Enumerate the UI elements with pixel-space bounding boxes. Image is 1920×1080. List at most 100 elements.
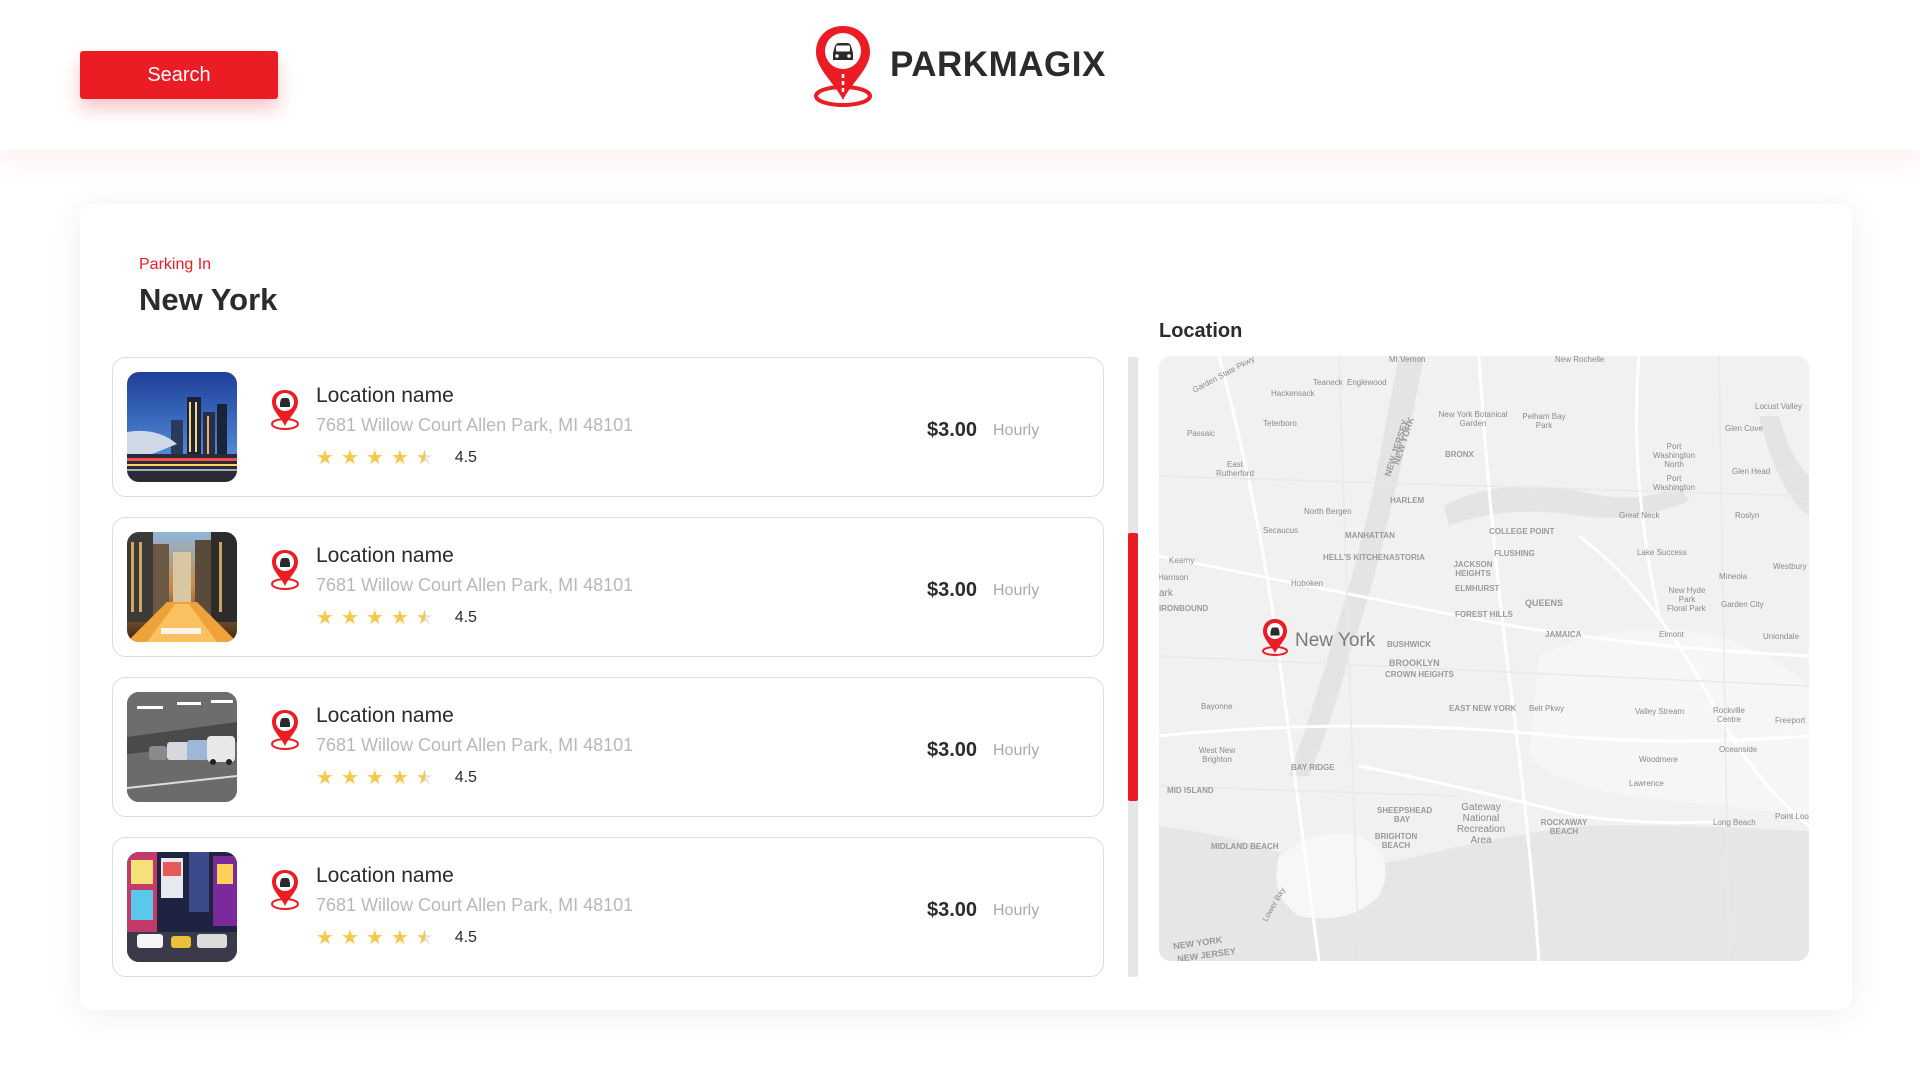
parking-in-label: Parking In: [139, 256, 212, 273]
half-star-icon: ★: [415, 447, 434, 469]
parking-list[interactable]: Location name 7681 Willow Court Allen Pa…: [112, 357, 1104, 997]
rating-value: 4.5: [454, 769, 477, 786]
star-icon: ★: [340, 927, 359, 949]
star-icon: ★: [340, 447, 359, 469]
city-title: New York: [139, 282, 278, 317]
map-label: Point Lookout: [1775, 812, 1809, 821]
location-name[interactable]: Location name: [316, 384, 454, 408]
map-label: Hoboken: [1291, 579, 1324, 588]
rating-stars: ★ ★ ★ ★ ★ 4.5: [316, 768, 477, 788]
star-icon: ★: [390, 927, 409, 949]
parking-garage-image: [127, 692, 237, 802]
map-label: Port Washington North: [1653, 442, 1695, 469]
list-scrollbar[interactable]: [1128, 357, 1138, 977]
map-label: Bayonne: [1201, 702, 1233, 711]
location-address: 7681 Willow Court Allen Park, MI 48101: [316, 415, 634, 435]
rating-value: 4.5: [454, 449, 477, 466]
rating-stars: ★ ★ ★ ★ ★ 4.5: [316, 448, 477, 468]
star-icon: ★: [365, 767, 384, 789]
location-pin-icon: [271, 710, 299, 750]
star-icon: ★: [365, 927, 384, 949]
parking-card[interactable]: Location name 7681 Willow Court Allen Pa…: [112, 677, 1104, 817]
map-marker-icon[interactable]: [1261, 618, 1289, 656]
scrollbar-thumb[interactable]: [1128, 533, 1138, 801]
map-label: IRONBOUND: [1159, 604, 1209, 613]
price-unit: Hourly: [993, 742, 1040, 759]
map-label: FOREST HILLS: [1455, 610, 1513, 619]
map-label: Passaic: [1187, 429, 1216, 438]
map-label: Secaucus: [1263, 526, 1299, 535]
map-label: MANHATTAN: [1345, 531, 1395, 540]
map-label: East Rutherford: [1216, 460, 1254, 478]
parking-card[interactable]: Location name 7681 Willow Court Allen Pa…: [112, 837, 1104, 977]
map-label: Mineola: [1719, 572, 1748, 581]
star-icon: ★: [316, 767, 334, 789]
map-label: Pelham Bay Park: [1522, 412, 1566, 430]
map-label: ASTORIA: [1389, 553, 1425, 562]
map-label: Teaneck: [1313, 378, 1343, 387]
map-label: Port Washington: [1653, 474, 1695, 492]
map-label: North Bergen: [1304, 507, 1352, 516]
results-panel: Parking In New York Location name 7681 W…: [80, 204, 1852, 1010]
map-label: Oceanside: [1719, 745, 1758, 754]
map-label: Westbury: [1773, 562, 1807, 571]
price: $3.00: [927, 579, 978, 601]
city-night-skyline-image: [127, 372, 237, 482]
map-label: Garden City: [1721, 600, 1764, 609]
parking-card[interactable]: Location name 7681 Willow Court Allen Pa…: [112, 517, 1104, 657]
search-button[interactable]: Search: [80, 51, 278, 99]
location-address: 7681 Willow Court Allen Park, MI 48101: [316, 895, 634, 915]
map-label: Valley Stream: [1635, 707, 1685, 716]
location-photo[interactable]: [127, 852, 237, 962]
map-label: JAMAICA: [1545, 630, 1582, 639]
app-header: Search PARKMAGIX: [0, 0, 1920, 150]
brand-logo[interactable]: PARKMAGIX: [812, 22, 1106, 108]
map-label: Hackensack: [1271, 389, 1315, 398]
map-label: Kearny: [1169, 556, 1195, 565]
star-icon: ★: [390, 607, 409, 629]
map-label: Uniondale: [1763, 632, 1800, 641]
map-label: BAY RIDGE: [1291, 763, 1335, 772]
location-name[interactable]: Location name: [316, 864, 454, 888]
parking-card[interactable]: Location name 7681 Willow Court Allen Pa…: [112, 357, 1104, 497]
map-label: New Hyde Park: [1668, 586, 1706, 604]
rating-stars: ★ ★ ★ ★ ★ 4.5: [316, 608, 477, 628]
map-label: COLLEGE POINT: [1489, 527, 1555, 536]
map-label: JACKSON HEIGHTS: [1453, 560, 1493, 578]
map-label: BUSHWICK: [1387, 640, 1431, 649]
star-icon: ★: [390, 447, 409, 469]
city-street-dusk-image: [127, 532, 237, 642]
half-star-icon: ★: [415, 767, 434, 789]
location-address: 7681 Willow Court Allen Park, MI 48101: [316, 735, 634, 755]
map-label: HARLEM: [1390, 496, 1425, 505]
map-title: Location: [1159, 320, 1243, 342]
price-unit: Hourly: [993, 582, 1040, 599]
map-label: FLUSHING: [1494, 549, 1535, 558]
map-label: Belt Pkwy: [1529, 704, 1565, 713]
price: $3.00: [927, 739, 978, 761]
location-name[interactable]: Location name: [316, 704, 454, 728]
location-address: 7681 Willow Court Allen Park, MI 48101: [316, 575, 634, 595]
location-photo[interactable]: [127, 692, 237, 802]
star-icon: ★: [316, 927, 334, 949]
map-label: Elmont: [1659, 630, 1684, 639]
location-pin-icon: [271, 870, 299, 910]
map-label: SHEEPSHEAD BAY: [1377, 806, 1433, 824]
location-name[interactable]: Location name: [316, 544, 454, 568]
brand-name: PARKMAGIX: [890, 45, 1106, 84]
map-label: Harrison: [1159, 573, 1189, 582]
map-label: Roslyn: [1735, 511, 1760, 520]
star-icon: ★: [365, 607, 384, 629]
map-label: Teterboro: [1263, 419, 1297, 428]
map-label: Long Beach: [1713, 818, 1756, 827]
map-background: [1159, 356, 1809, 961]
map-label: Glen Head: [1732, 467, 1771, 476]
location-photo[interactable]: [127, 372, 237, 482]
map-label: Great Neck: [1619, 511, 1660, 520]
location-map[interactable]: Mt Vernon New Rochelle Teaneck Englewood…: [1159, 356, 1809, 961]
map-label: Woodmere: [1639, 755, 1678, 764]
location-photo[interactable]: [127, 532, 237, 642]
map-label: HELL'S KITCHEN: [1323, 553, 1389, 562]
map-label: New Rochelle: [1555, 356, 1605, 364]
map-label: ROCKAWAY BEACH: [1540, 818, 1588, 836]
